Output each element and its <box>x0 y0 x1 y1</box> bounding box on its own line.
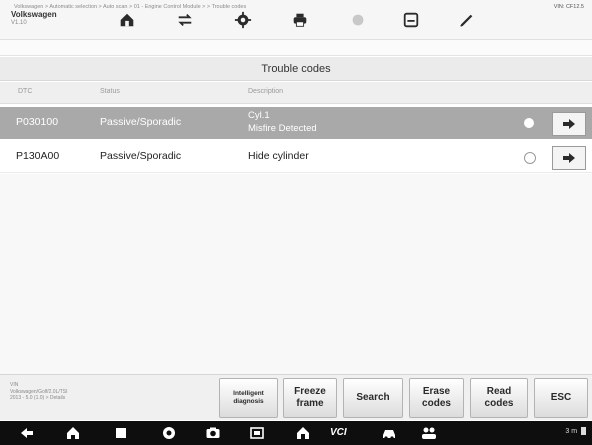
vehicle-info: VIN Volkswagen/Golf/2.0L/TSI 2013 - 5.0 … <box>10 382 190 402</box>
car-icon[interactable] <box>378 424 400 442</box>
forward-arrow-icon <box>563 153 575 163</box>
battery-icon <box>581 427 586 435</box>
back-icon[interactable] <box>16 424 38 442</box>
column-header-dtc: DTC <box>18 88 33 95</box>
dtc-description-detail: Misfire Detected <box>248 123 317 134</box>
home-icon[interactable] <box>112 8 142 32</box>
home-nav-icon[interactable] <box>62 424 84 442</box>
page-title: Trouble codes <box>0 57 592 81</box>
breadcrumb: Volkswagen > Automatic selection > Auto … <box>14 4 247 10</box>
screen-capture-icon[interactable] <box>246 424 268 442</box>
status-text: 3 m <box>565 427 578 435</box>
search-button[interactable]: Search <box>343 378 403 418</box>
dtc-description: Cyl.1 <box>248 110 270 121</box>
column-header-description: Description <box>248 88 284 95</box>
settings-icon[interactable] <box>228 8 258 32</box>
software-version: V1.10 <box>11 20 27 26</box>
vci-status-label[interactable]: VCI <box>330 427 347 438</box>
save-icon[interactable] <box>396 8 426 32</box>
code-help-button[interactable] <box>552 146 586 170</box>
dtc-status: Passive/Sporadic <box>100 150 182 162</box>
row-select-radio[interactable] <box>524 118 534 128</box>
pen-icon[interactable] <box>452 8 482 32</box>
read-codes-button[interactable]: Read codes <box>470 378 528 418</box>
code-help-button[interactable] <box>552 112 586 136</box>
camera-icon[interactable] <box>202 424 224 442</box>
erase-codes-button[interactable]: Erase codes <box>409 378 464 418</box>
forward-arrow-icon <box>563 119 575 129</box>
chrome-icon[interactable] <box>158 424 180 442</box>
intelligent-diagnosis-button[interactable]: Intelligent diagnosis <box>219 378 278 418</box>
list-empty-area <box>0 174 592 374</box>
system-status: 3 m <box>565 427 586 435</box>
users-icon[interactable] <box>418 424 440 442</box>
dtc-description: Hide cylinder <box>248 150 309 162</box>
table-row[interactable]: P030100 Passive/Sporadic Cyl.1 Misfire D… <box>0 107 592 139</box>
print-icon[interactable] <box>285 8 315 32</box>
table-header: DTC Status Description <box>0 82 592 104</box>
dtc-status: Passive/Sporadic <box>100 116 182 128</box>
freeze-frame-button[interactable]: Freeze frame <box>283 378 337 418</box>
vin-label: VIN: CF12.5 <box>553 4 584 10</box>
table-row[interactable]: P130A00 Passive/Sporadic Hide cylinder <box>0 141 592 173</box>
vehicle-swap-icon[interactable] <box>170 8 200 32</box>
vehicle-info-line: 2013 - 5.0 (1.0) > Details <box>10 395 66 401</box>
dtc-code: P030100 <box>16 116 59 128</box>
recent-apps-icon[interactable] <box>110 424 132 442</box>
row-select-radio[interactable] <box>524 152 536 164</box>
vehicle-home-icon[interactable] <box>292 424 314 442</box>
esc-button[interactable]: ESC <box>534 378 588 418</box>
dtc-code: P130A00 <box>16 150 60 162</box>
breadcrumb-bar <box>0 40 592 56</box>
help-icon[interactable] <box>343 8 373 32</box>
column-header-status: Status <box>100 88 120 95</box>
vehicle-title: Volkswagen <box>11 10 57 19</box>
